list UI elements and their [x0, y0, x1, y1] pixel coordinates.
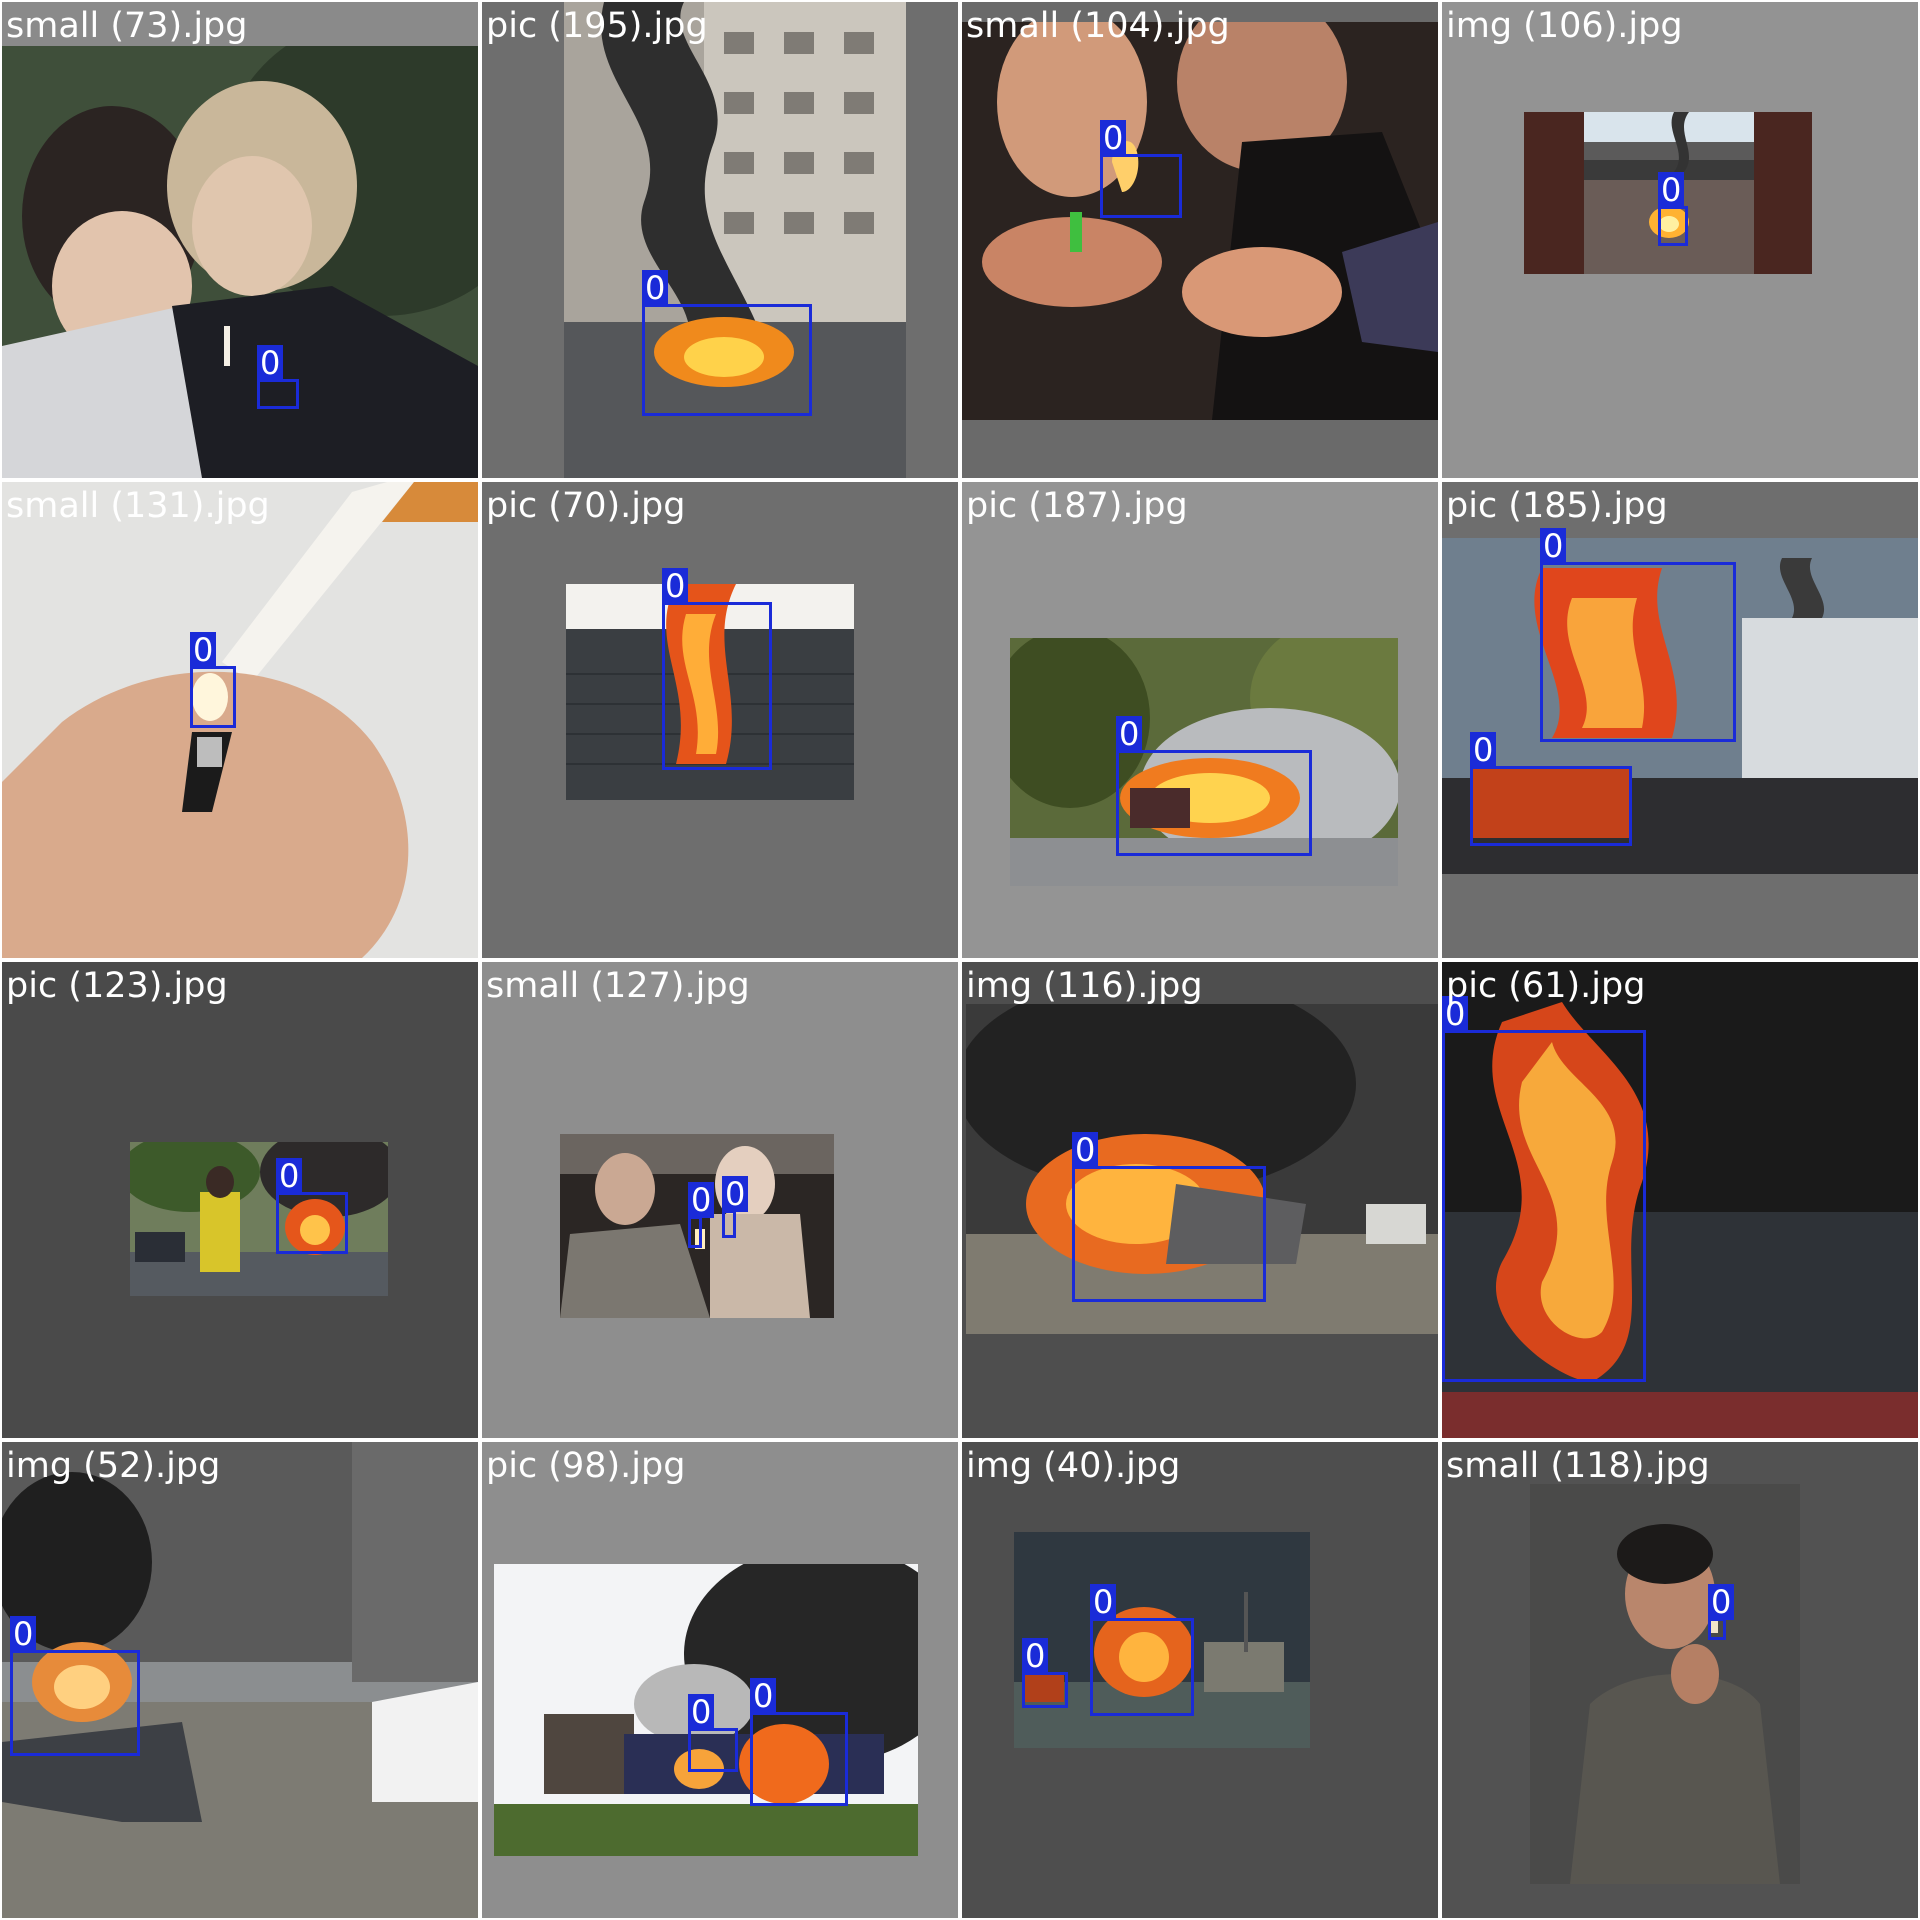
- tile-photo: [2, 46, 478, 478]
- detection-box: 0: [1708, 1584, 1735, 1640]
- class-label: 0: [190, 632, 217, 668]
- class-label: 0: [642, 270, 669, 306]
- detection-box: 0: [276, 1158, 348, 1254]
- mosaic-tile: 0 img (116).jpg: [962, 962, 1438, 1438]
- detection-box: 0: [1470, 732, 1632, 846]
- detection-box: 0: [662, 568, 772, 770]
- class-label: 0: [688, 1694, 715, 1730]
- image-filename: pic (61).jpg: [1446, 966, 1646, 1006]
- detection-box: 0: [688, 1694, 738, 1772]
- mosaic-tile: 0 pic (187).jpg: [962, 482, 1438, 958]
- mosaic-tile: 0 pic (61).jpg: [1442, 962, 1918, 1438]
- class-label: 0: [1116, 716, 1143, 752]
- detection-box: 0: [190, 632, 236, 728]
- detection-box: 0: [1072, 1132, 1266, 1302]
- class-label: 0: [750, 1678, 777, 1714]
- detection-box: 0: [722, 1176, 749, 1238]
- class-label: 0: [257, 345, 284, 381]
- class-label: 0: [688, 1182, 715, 1218]
- class-label: 0: [1470, 732, 1497, 768]
- image-filename: img (40).jpg: [966, 1446, 1181, 1486]
- image-filename: small (118).jpg: [1446, 1446, 1710, 1486]
- mosaic-tile: 0 small (104).jpg: [962, 2, 1438, 478]
- class-label: 0: [722, 1176, 749, 1212]
- image-filename: small (127).jpg: [486, 966, 750, 1006]
- mosaic-tile: 0 0 small (127).jpg: [482, 962, 958, 1438]
- image-filename: pic (187).jpg: [966, 486, 1188, 526]
- mosaic-tile: 0 0 pic (98).jpg: [482, 1442, 958, 1918]
- detection-box: 0: [1090, 1584, 1194, 1716]
- image-filename: pic (185).jpg: [1446, 486, 1668, 526]
- mosaic-tile: 0 small (131).jpg: [2, 482, 478, 958]
- detection-box: 0: [1022, 1638, 1068, 1708]
- image-filename: small (104).jpg: [966, 6, 1230, 46]
- detection-box: 0: [642, 270, 812, 416]
- detection-box: 0: [1540, 528, 1736, 742]
- class-label: 0: [1090, 1584, 1117, 1620]
- class-label: 0: [1100, 120, 1127, 156]
- tile-photo: [2, 482, 478, 958]
- mosaic-tile: 0 small (73).jpg: [2, 2, 478, 478]
- mosaic-tile: 0 0 img (40).jpg: [962, 1442, 1438, 1918]
- image-filename: img (52).jpg: [6, 1446, 221, 1486]
- detection-box: 0: [1442, 996, 1646, 1382]
- image-filename: small (73).jpg: [6, 6, 248, 46]
- detection-box: 0: [750, 1678, 848, 1806]
- image-filename: pic (70).jpg: [486, 486, 686, 526]
- class-label: 0: [1540, 528, 1567, 564]
- class-label: 0: [276, 1158, 303, 1194]
- image-filename: img (116).jpg: [966, 966, 1203, 1006]
- mosaic-tile: 0 pic (195).jpg: [482, 2, 958, 478]
- class-label: 0: [1072, 1132, 1099, 1168]
- detection-mosaic: 0 small (73).jpg 0 pic (195).jpg 0 small…: [0, 0, 1920, 1920]
- detection-box: 0: [1100, 120, 1182, 218]
- image-filename: small (131).jpg: [6, 486, 270, 526]
- class-label: 0: [1022, 1638, 1049, 1674]
- detection-box: 0: [1658, 172, 1688, 246]
- detection-box: 0: [1116, 716, 1312, 856]
- image-filename: pic (98).jpg: [486, 1446, 686, 1486]
- mosaic-tile: 0 small (118).jpg: [1442, 1442, 1918, 1918]
- detection-box: 0: [10, 1616, 140, 1756]
- tile-photo: [1530, 1484, 1800, 1884]
- image-filename: pic (123).jpg: [6, 966, 228, 1006]
- class-label: 0: [662, 568, 689, 604]
- class-label: 0: [1708, 1584, 1735, 1620]
- mosaic-tile: 0 img (52).jpg: [2, 1442, 478, 1918]
- image-filename: pic (195).jpg: [486, 6, 708, 46]
- image-filename: img (106).jpg: [1446, 6, 1683, 46]
- detection-box: 0: [257, 345, 299, 409]
- mosaic-tile: 0 img (106).jpg: [1442, 2, 1918, 478]
- mosaic-tile: 0 0 pic (185).jpg: [1442, 482, 1918, 958]
- tile-photo: [130, 1142, 388, 1296]
- mosaic-tile: 0 pic (123).jpg: [2, 962, 478, 1438]
- tile-photo: [962, 22, 1438, 420]
- class-label: 0: [1658, 172, 1685, 208]
- mosaic-tile: 0 pic (70).jpg: [482, 482, 958, 958]
- detection-box: 0: [688, 1182, 715, 1248]
- class-label: 0: [10, 1616, 37, 1652]
